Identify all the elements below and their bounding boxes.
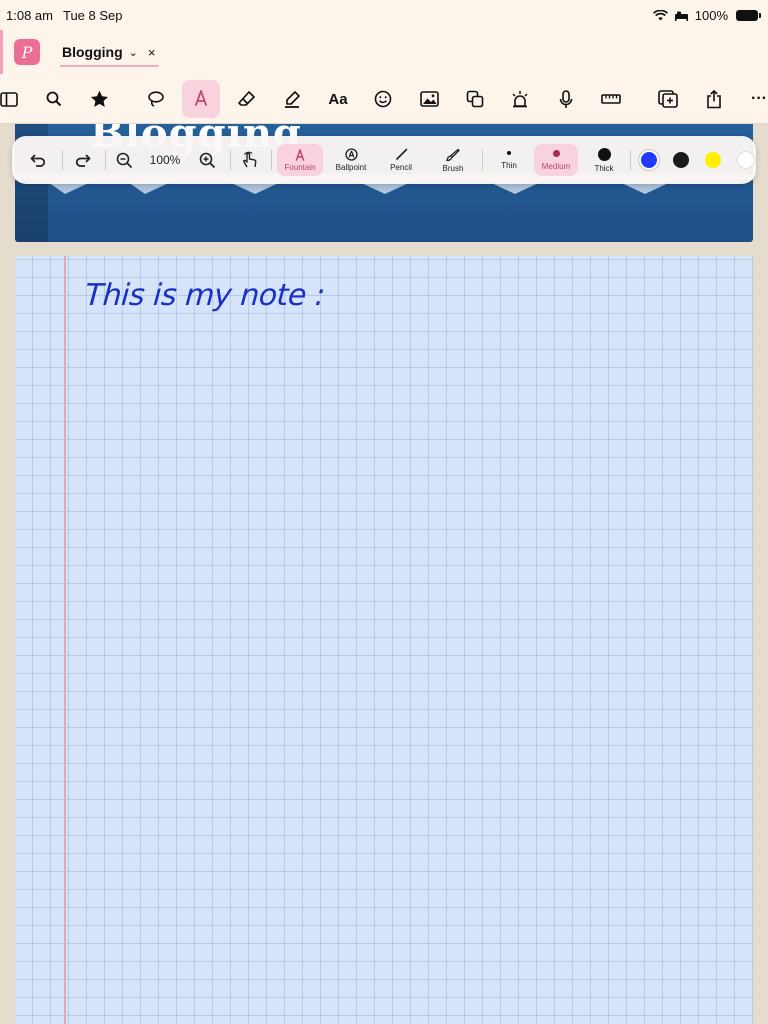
pen-tool-icon[interactable] xyxy=(182,80,220,118)
color-swatch-blue[interactable] xyxy=(641,152,657,168)
eraser-icon[interactable] xyxy=(228,80,266,118)
ruler-icon[interactable] xyxy=(592,80,630,118)
pen-fountain-label: Fountain xyxy=(284,162,316,172)
sticker-smiley-icon[interactable] xyxy=(364,80,402,118)
brush-icon xyxy=(446,148,460,161)
color-swatch-black[interactable] xyxy=(673,152,689,168)
separator xyxy=(482,150,483,170)
separator xyxy=(230,150,231,170)
wifi-icon xyxy=(652,9,668,20)
status-date: Tue 8 Sep xyxy=(62,7,123,23)
sleep-mode-icon xyxy=(674,11,688,21)
document-tab[interactable]: Blogging ⌄ × xyxy=(59,30,160,74)
zoom-level[interactable]: 100% xyxy=(144,136,186,184)
document-tab-title: Blogging xyxy=(62,44,123,60)
battery-icon xyxy=(736,9,761,21)
handwritten-note-text: This is my note : xyxy=(83,278,326,313)
microphone-icon[interactable] xyxy=(547,80,585,118)
text-tool-button[interactable]: Aa xyxy=(319,80,357,118)
favorite-star-icon[interactable] xyxy=(80,80,118,118)
close-tab-button[interactable]: × xyxy=(148,45,156,60)
highlighter-icon[interactable] xyxy=(273,80,311,118)
color-swatch-yellow[interactable] xyxy=(705,152,721,168)
pen-toolbar: 100% Fountain Ballpoint Pencil Brush Thi… xyxy=(12,136,756,184)
pen-pencil[interactable]: Pencil xyxy=(379,144,423,176)
zoom-out-icon[interactable] xyxy=(110,136,138,184)
status-time: 1:08 am xyxy=(6,7,53,23)
color-swatch-white[interactable] xyxy=(738,152,754,168)
size-medium-label: Medium xyxy=(541,161,571,171)
status-bar: 1:08 am Tue 8 Sep 100% xyxy=(0,0,768,30)
size-medium-dot xyxy=(552,149,560,157)
add-page-icon[interactable] xyxy=(649,80,687,118)
battery-percent: 100% xyxy=(694,7,728,23)
pen-fountain[interactable]: Fountain xyxy=(277,144,323,176)
laser-pointer-icon[interactable] xyxy=(501,80,539,118)
main-toolbar: Aa ··· xyxy=(0,74,768,124)
pen-brush[interactable]: Brush xyxy=(430,144,476,176)
separator xyxy=(630,150,631,170)
separator xyxy=(105,150,106,170)
size-thin[interactable]: Thin xyxy=(491,144,527,176)
size-thin-dot xyxy=(507,150,511,155)
more-options-button[interactable]: ··· xyxy=(740,80,768,118)
chevron-down-icon[interactable]: ⌄ xyxy=(129,46,138,59)
pen-brush-label: Brush xyxy=(442,163,464,173)
fountain-pen-icon xyxy=(295,148,305,161)
pen-ballpoint-label: Ballpoint xyxy=(335,163,367,172)
undo-icon[interactable] xyxy=(24,136,54,184)
note-page-canvas[interactable]: This is my note : xyxy=(15,256,753,1024)
tab-bar: P Blogging ⌄ × xyxy=(0,30,768,74)
pen-ballpoint[interactable]: Ballpoint xyxy=(328,144,374,176)
size-thick-dot xyxy=(597,147,611,161)
page-margin-line xyxy=(64,256,66,1024)
app-logo-icon[interactable]: P xyxy=(14,39,40,65)
separator xyxy=(271,150,272,170)
redo-icon[interactable] xyxy=(67,136,97,184)
pencil-icon xyxy=(395,148,407,160)
pen-pencil-label: Pencil xyxy=(390,163,412,172)
sidebar-toggle-icon[interactable] xyxy=(0,80,28,118)
separator xyxy=(62,150,63,170)
share-icon[interactable] xyxy=(695,80,733,118)
size-thin-label: Thin xyxy=(501,160,517,170)
ballpoint-pen-icon xyxy=(344,148,358,161)
image-icon[interactable] xyxy=(410,80,448,118)
search-icon[interactable] xyxy=(35,80,73,118)
hand-touch-icon[interactable] xyxy=(235,136,265,184)
zoom-in-icon[interactable] xyxy=(193,136,221,184)
size-thick[interactable]: Thick xyxy=(585,144,623,176)
shapes-icon[interactable] xyxy=(456,80,494,118)
lasso-icon[interactable] xyxy=(137,80,175,118)
size-thick-label: Thick xyxy=(594,163,614,173)
size-medium[interactable]: Medium xyxy=(534,144,578,176)
